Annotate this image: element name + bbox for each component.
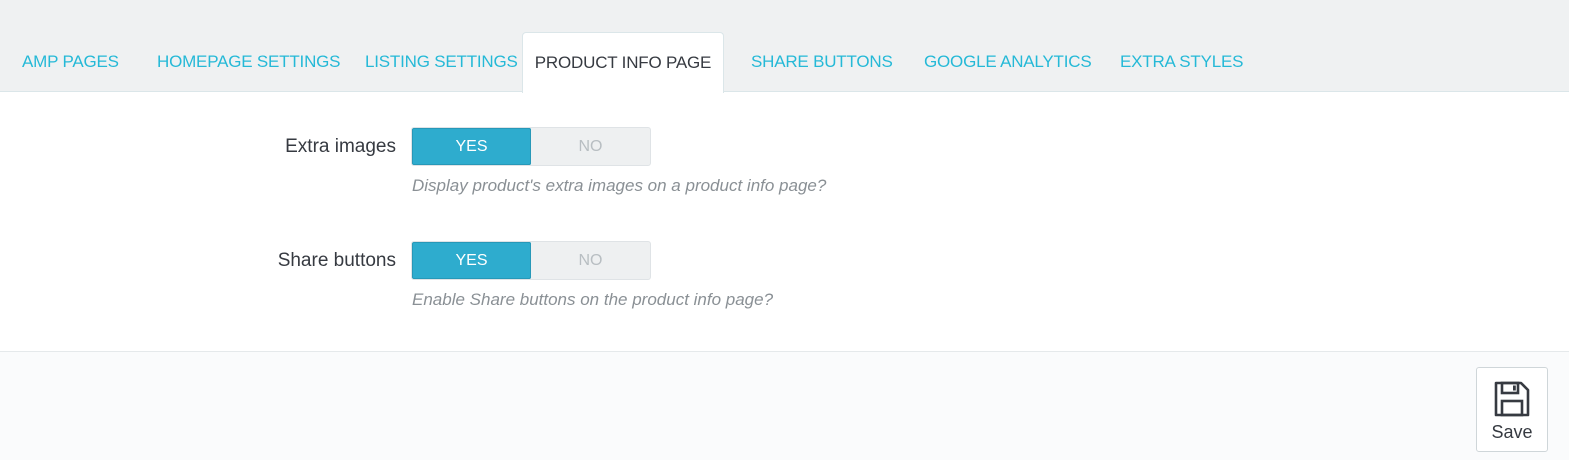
extra-images-yes-option[interactable]: YES — [412, 128, 531, 165]
extra-images-label: Extra images — [285, 136, 396, 157]
share-buttons-yes-option[interactable]: YES — [412, 242, 531, 279]
tab-amp-pages[interactable]: AMP PAGES — [22, 32, 119, 92]
tab-share-buttons[interactable]: SHARE BUTTONS — [751, 32, 893, 92]
share-buttons-label: Share buttons — [277, 250, 396, 271]
tab-extra-styles[interactable]: EXTRA STYLES — [1120, 32, 1243, 92]
tab-google-analytics[interactable]: GOOGLE ANALYTICS — [924, 32, 1092, 92]
share-buttons-no-option[interactable]: NO — [531, 242, 650, 279]
extra-images-no-option[interactable]: NO — [531, 128, 650, 165]
tab-product-info-page[interactable]: PRODUCT INFO PAGE — [522, 32, 724, 93]
panel-footer — [0, 352, 1569, 460]
extra-images-help: Display product's extra images on a prod… — [412, 176, 827, 195]
share-buttons-switch[interactable]: YES NO — [411, 241, 651, 280]
floppy-disk-icon — [1494, 381, 1530, 417]
tab-homepage-settings[interactable]: HOMEPAGE SETTINGS — [157, 32, 341, 92]
share-buttons-help: Enable Share buttons on the product info… — [412, 290, 774, 309]
extra-images-switch[interactable]: YES NO — [411, 127, 651, 166]
save-label: Save — [1491, 422, 1533, 442]
tab-bar: AMP PAGES HOMEPAGE SETTINGS LISTING SETT… — [0, 0, 1569, 93]
settings-panel: Extra images YES NO Display product's ex… — [0, 91, 1569, 352]
tab-listing-settings[interactable]: LISTING SETTINGS — [365, 32, 518, 92]
save-button[interactable]: Save — [1476, 367, 1548, 452]
